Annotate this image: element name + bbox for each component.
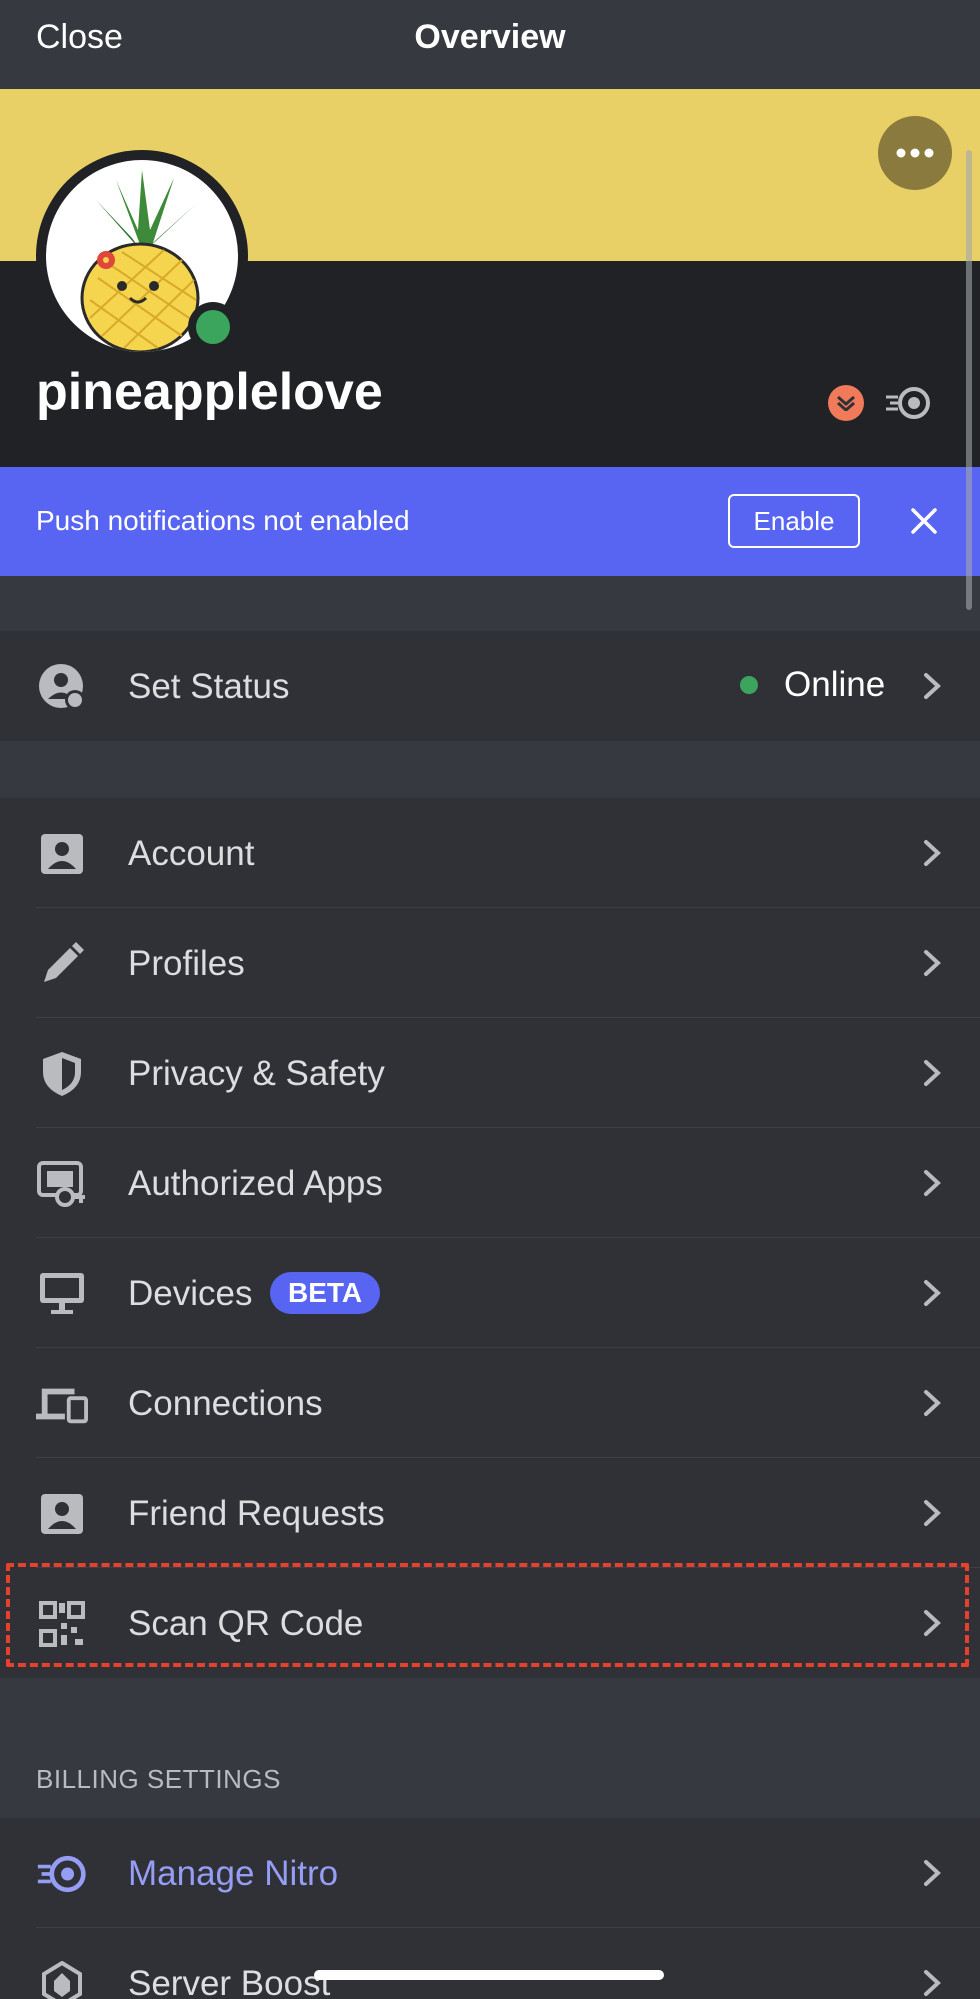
- enable-notifications-button[interactable]: Enable: [728, 494, 860, 548]
- settings-item-label: Devices: [128, 1274, 253, 1313]
- top-bar: Close Overview: [0, 0, 980, 89]
- settings-item-label: Privacy & Safety: [128, 1054, 385, 1093]
- hypesquad-badge-icon[interactable]: [828, 385, 864, 421]
- billing-item-label: Server Boost: [128, 1964, 331, 1999]
- server-boost-icon: [36, 1958, 88, 1999]
- nitro-badge-icon[interactable]: [884, 383, 934, 423]
- shield-icon: [36, 1048, 88, 1100]
- chevron-right-icon: [924, 1280, 941, 1306]
- billing-item-server-boost[interactable]: Server Boost: [0, 1928, 980, 1999]
- settings-item-label: Connections: [128, 1384, 323, 1423]
- chevron-right-icon: [924, 1970, 941, 1996]
- chevron-right-icon: [924, 1060, 941, 1086]
- avatar[interactable]: [36, 150, 248, 362]
- account-icon: [36, 828, 88, 880]
- billing-settings-header: BILLING SETTINGS: [36, 1764, 281, 1794]
- monitor-icon: [36, 1268, 88, 1320]
- settings-item-label: Profiles: [128, 944, 245, 983]
- online-status-dot: [740, 676, 758, 694]
- page-title: Overview: [414, 18, 566, 56]
- chevron-right-icon: [924, 673, 941, 699]
- beta-badge: BETA: [270, 1272, 381, 1314]
- status-icon: [36, 661, 88, 713]
- push-notification-text: Push notifications not enabled: [36, 505, 410, 536]
- close-icon[interactable]: [906, 503, 942, 539]
- settings-item-label: Account: [128, 834, 255, 873]
- ellipsis-icon: [896, 148, 934, 158]
- authorized-apps-icon: [36, 1158, 88, 1210]
- set-status-row[interactable]: Set Status Online: [0, 631, 980, 741]
- chevron-right-icon: [924, 1170, 941, 1196]
- chevron-right-icon: [924, 1860, 941, 1886]
- settings-item-devices[interactable]: Devices BETA: [0, 1238, 980, 1348]
- chevron-right-icon: [924, 1390, 941, 1416]
- devices-icon: [36, 1378, 88, 1430]
- highlight-box: [6, 1563, 969, 1667]
- settings-item-privacy-safety[interactable]: Privacy & Safety: [0, 1018, 980, 1128]
- settings-item-account[interactable]: Account: [0, 798, 980, 908]
- billing-item-manage-nitro[interactable]: Manage Nitro: [0, 1818, 980, 1928]
- billing-item-label: Manage Nitro: [128, 1854, 339, 1893]
- settings-item-connections[interactable]: Connections: [0, 1348, 980, 1458]
- settings-item-profiles[interactable]: Profiles: [0, 908, 980, 1018]
- home-indicator[interactable]: [314, 1970, 664, 1980]
- current-status: Online: [740, 665, 885, 705]
- settings-item-label: Friend Requests: [128, 1494, 385, 1533]
- settings-item-label: Authorized Apps: [128, 1164, 383, 1203]
- chevron-right-icon: [924, 840, 941, 866]
- more-options-button[interactable]: [878, 116, 952, 190]
- settings-item-authorized-apps[interactable]: Authorized Apps: [0, 1128, 980, 1238]
- status-value: Online: [784, 665, 886, 704]
- online-presence-indicator: [188, 302, 238, 352]
- set-status-label: Set Status: [128, 667, 290, 706]
- settings-item-friend-requests[interactable]: Friend Requests: [0, 1458, 980, 1568]
- username: pineapplelove: [36, 363, 383, 421]
- pencil-icon: [36, 938, 88, 990]
- scrollbar[interactable]: [966, 150, 972, 610]
- chevron-right-icon: [924, 1500, 941, 1526]
- push-notification-banner: Push notifications not enabled Enable: [0, 467, 980, 576]
- chevron-right-icon: [924, 950, 941, 976]
- friend-requests-icon: [36, 1488, 88, 1540]
- nitro-icon: [36, 1848, 88, 1900]
